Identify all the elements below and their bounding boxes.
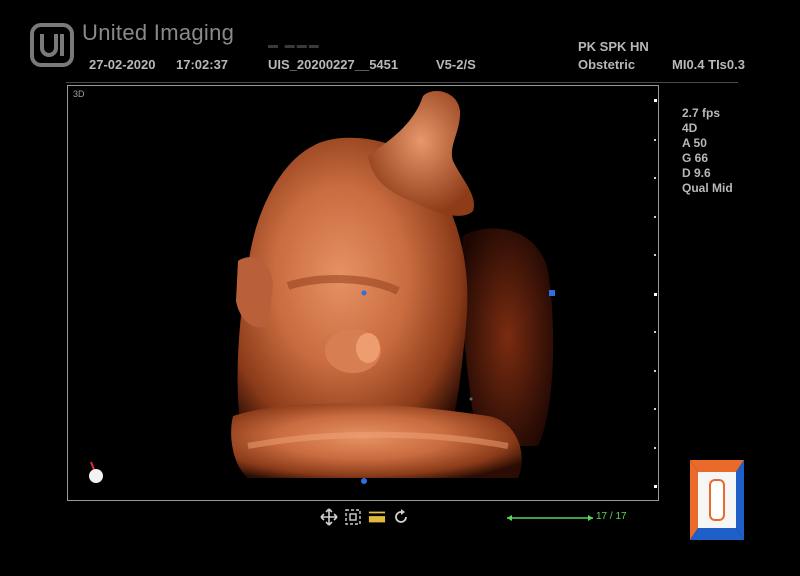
param-mode: 4D	[682, 121, 698, 135]
view-toolbar	[320, 506, 410, 528]
cut-icon[interactable]	[368, 508, 386, 526]
mi-tis-index: MI0.4 TIs0.3	[672, 57, 745, 72]
exam-time: 17:02:37	[176, 57, 229, 72]
orientation-cube-icon[interactable]	[688, 458, 746, 542]
exam-type: Obstetric	[578, 57, 636, 72]
param-gain: G 66	[682, 151, 709, 165]
zoom-box-icon[interactable]	[344, 508, 362, 526]
faint-mark: ▬ ▬▬▬	[268, 40, 321, 51]
probe-name: V5-2/S	[436, 57, 476, 72]
image-viewport[interactable]: 3D	[67, 85, 659, 501]
param-depth: D 9.6	[682, 166, 711, 180]
imaging-parameters: 2.7 fps 4D A 50 G 66 D 9.6 Qual Mid	[682, 106, 733, 196]
cine-frame-counter: 17 / 17	[596, 511, 627, 522]
move-icon[interactable]	[320, 508, 338, 526]
patient-name: PK SPK HN	[578, 39, 649, 54]
light-source-icon[interactable]	[86, 458, 108, 486]
brand-name: United Imaging	[82, 20, 235, 45]
param-quality: Qual Mid	[682, 181, 733, 195]
param-fps: 2.7 fps	[682, 106, 721, 120]
united-imaging-logo-icon	[30, 23, 74, 67]
rotate-icon[interactable]	[392, 508, 410, 526]
header-divider	[66, 82, 738, 83]
study-id: UIS_20200227__5451	[268, 57, 399, 72]
param-angle: A 50	[682, 136, 707, 150]
exam-date: 27-02-2020	[89, 57, 156, 72]
rendered-fetal-face	[231, 91, 555, 484]
